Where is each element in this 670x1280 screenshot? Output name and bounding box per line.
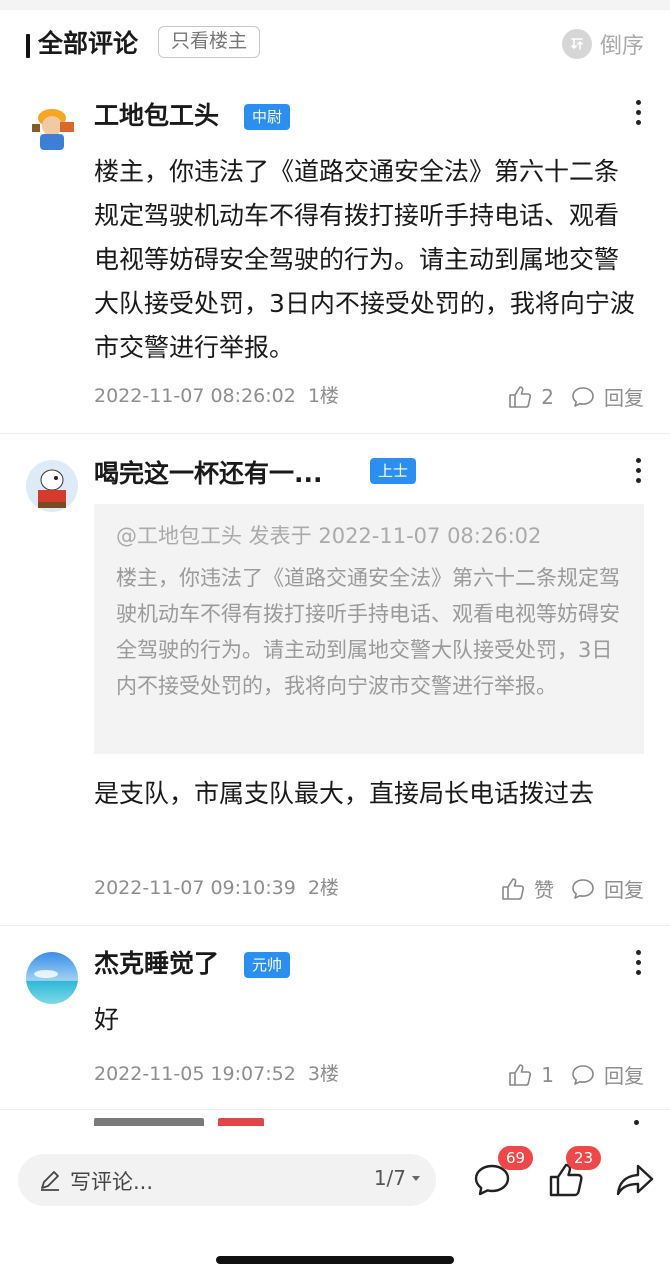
like-count-badge: 23 <box>566 1146 602 1170</box>
caret-down-icon <box>412 1176 420 1181</box>
like-count: 赞 <box>534 878 554 902</box>
quote-header: @工地包工头 发表于 2022-11-07 08:26:02 <box>116 524 542 548</box>
comment-meta: 2022-11-07 08:26:02 1楼 <box>94 382 339 410</box>
comment-time: 2022-11-07 09:10:39 <box>94 877 296 899</box>
chat-bubble-icon <box>572 878 594 899</box>
floor-number: 2楼 <box>307 877 339 899</box>
pencil-icon <box>41 1171 59 1191</box>
comment-text: 楼主，你违法了《道路交通安全法》第六十二条规定驾驶机动车不得有拨打接听手持电话、… <box>94 157 635 362</box>
share-button[interactable] <box>614 1160 656 1204</box>
reply-label: 回复 <box>604 1064 644 1088</box>
rank-badge: 中尉 <box>244 104 291 130</box>
comment-meta: 2022-11-07 09:10:39 2楼 <box>94 874 339 902</box>
comment-item: 杰克睡觉了 元帅 好 2022-11-05 19:07:52 3楼 1 回复 <box>0 926 670 1110</box>
reply-label: 回复 <box>604 878 644 902</box>
reply-label: 回复 <box>604 386 644 410</box>
avatar[interactable] <box>26 952 78 1004</box>
comment-item: 喝完这一杯还有一... 上士 @工地包工头 发表于 2022-11-07 08:… <box>0 434 670 926</box>
like-count: 2 <box>541 384 554 409</box>
top-strip <box>0 0 670 10</box>
quoted-comment: @工地包工头 发表于 2022-11-07 08:26:02 楼主，你违法了《道… <box>94 504 644 754</box>
rank-badge: 元帅 <box>244 952 291 978</box>
reply-button[interactable]: 回复 <box>570 1060 644 1089</box>
comment-actions: 2 回复 <box>507 382 644 411</box>
like-count: 1 <box>541 1062 554 1087</box>
next-comment-peek <box>0 1108 670 1126</box>
sort-label: 倒序 <box>599 34 644 59</box>
reply-button[interactable]: 回复 <box>570 874 644 903</box>
rank-badge: 上士 <box>370 458 417 484</box>
chat-bubble-icon <box>572 1064 594 1085</box>
more-options-icon[interactable] <box>636 100 642 125</box>
section-title: 全部评论 <box>38 29 139 58</box>
comment-item: 工地包工头 中尉 楼主，你违法了《道路交通安全法》第六十二条规定驾驶机动车不得有… <box>0 74 670 434</box>
floor-number: 1楼 <box>307 385 339 407</box>
more-options-icon[interactable] <box>636 950 642 975</box>
like-button[interactable]: 赞 <box>500 874 554 903</box>
comment-meta: 2022-11-05 19:07:52 3楼 <box>94 1060 339 1088</box>
like-button[interactable]: 2 <box>507 384 554 410</box>
home-indicator <box>216 1256 454 1264</box>
sort-toggle[interactable]: 倒序 <box>561 28 644 60</box>
comment-time: 2022-11-05 19:07:52 <box>94 1063 296 1085</box>
comment-text: 是支队，市属支队最大，直接局长电话拨过去 <box>94 779 595 808</box>
username[interactable]: 杰克睡觉了 <box>94 946 219 982</box>
comment-time: 2022-11-07 08:26:02 <box>94 385 296 407</box>
comment-actions: 赞 回复 <box>500 874 644 903</box>
thumbs-up-icon <box>509 1063 532 1086</box>
quote-text: 楼主，你违法了《道路交通安全法》第六十二条规定驾驶机动车不得有拨打接听手持电话、… <box>116 566 620 698</box>
avatar[interactable] <box>26 100 78 152</box>
page-selector[interactable]: 1/7 <box>374 1166 422 1190</box>
bottom-action-bar: 写评论... 1/7 69 23 <box>0 1126 670 1280</box>
thumbs-up-icon <box>502 877 525 900</box>
chat-bubble-icon <box>572 386 594 407</box>
only-op-button[interactable]: 只看楼主 <box>158 26 261 58</box>
page-indicator: 1/7 <box>373 1166 406 1190</box>
comment-count-badge: 69 <box>498 1146 534 1170</box>
thumbs-up-icon <box>509 385 532 408</box>
comment-input-placeholder: 写评论... <box>70 1170 154 1194</box>
share-arrow-icon <box>616 1164 654 1196</box>
floor-number: 3楼 <box>307 1063 339 1085</box>
title-accent-bar <box>26 34 30 58</box>
sort-icon <box>561 29 592 59</box>
username[interactable]: 工地包工头 <box>94 98 219 134</box>
avatar[interactable] <box>26 460 78 512</box>
comment-text: 好 <box>94 1005 120 1034</box>
comment-input[interactable]: 写评论... 1/7 <box>18 1154 436 1206</box>
like-button[interactable]: 1 <box>507 1062 554 1088</box>
more-options-icon[interactable] <box>636 458 642 483</box>
comments-header: 全部评论 只看楼主 倒序 <box>0 10 670 74</box>
reply-button[interactable]: 回复 <box>570 382 644 411</box>
username[interactable]: 喝完这一杯还有一... <box>94 456 323 492</box>
comment-actions: 1 回复 <box>507 1060 644 1089</box>
